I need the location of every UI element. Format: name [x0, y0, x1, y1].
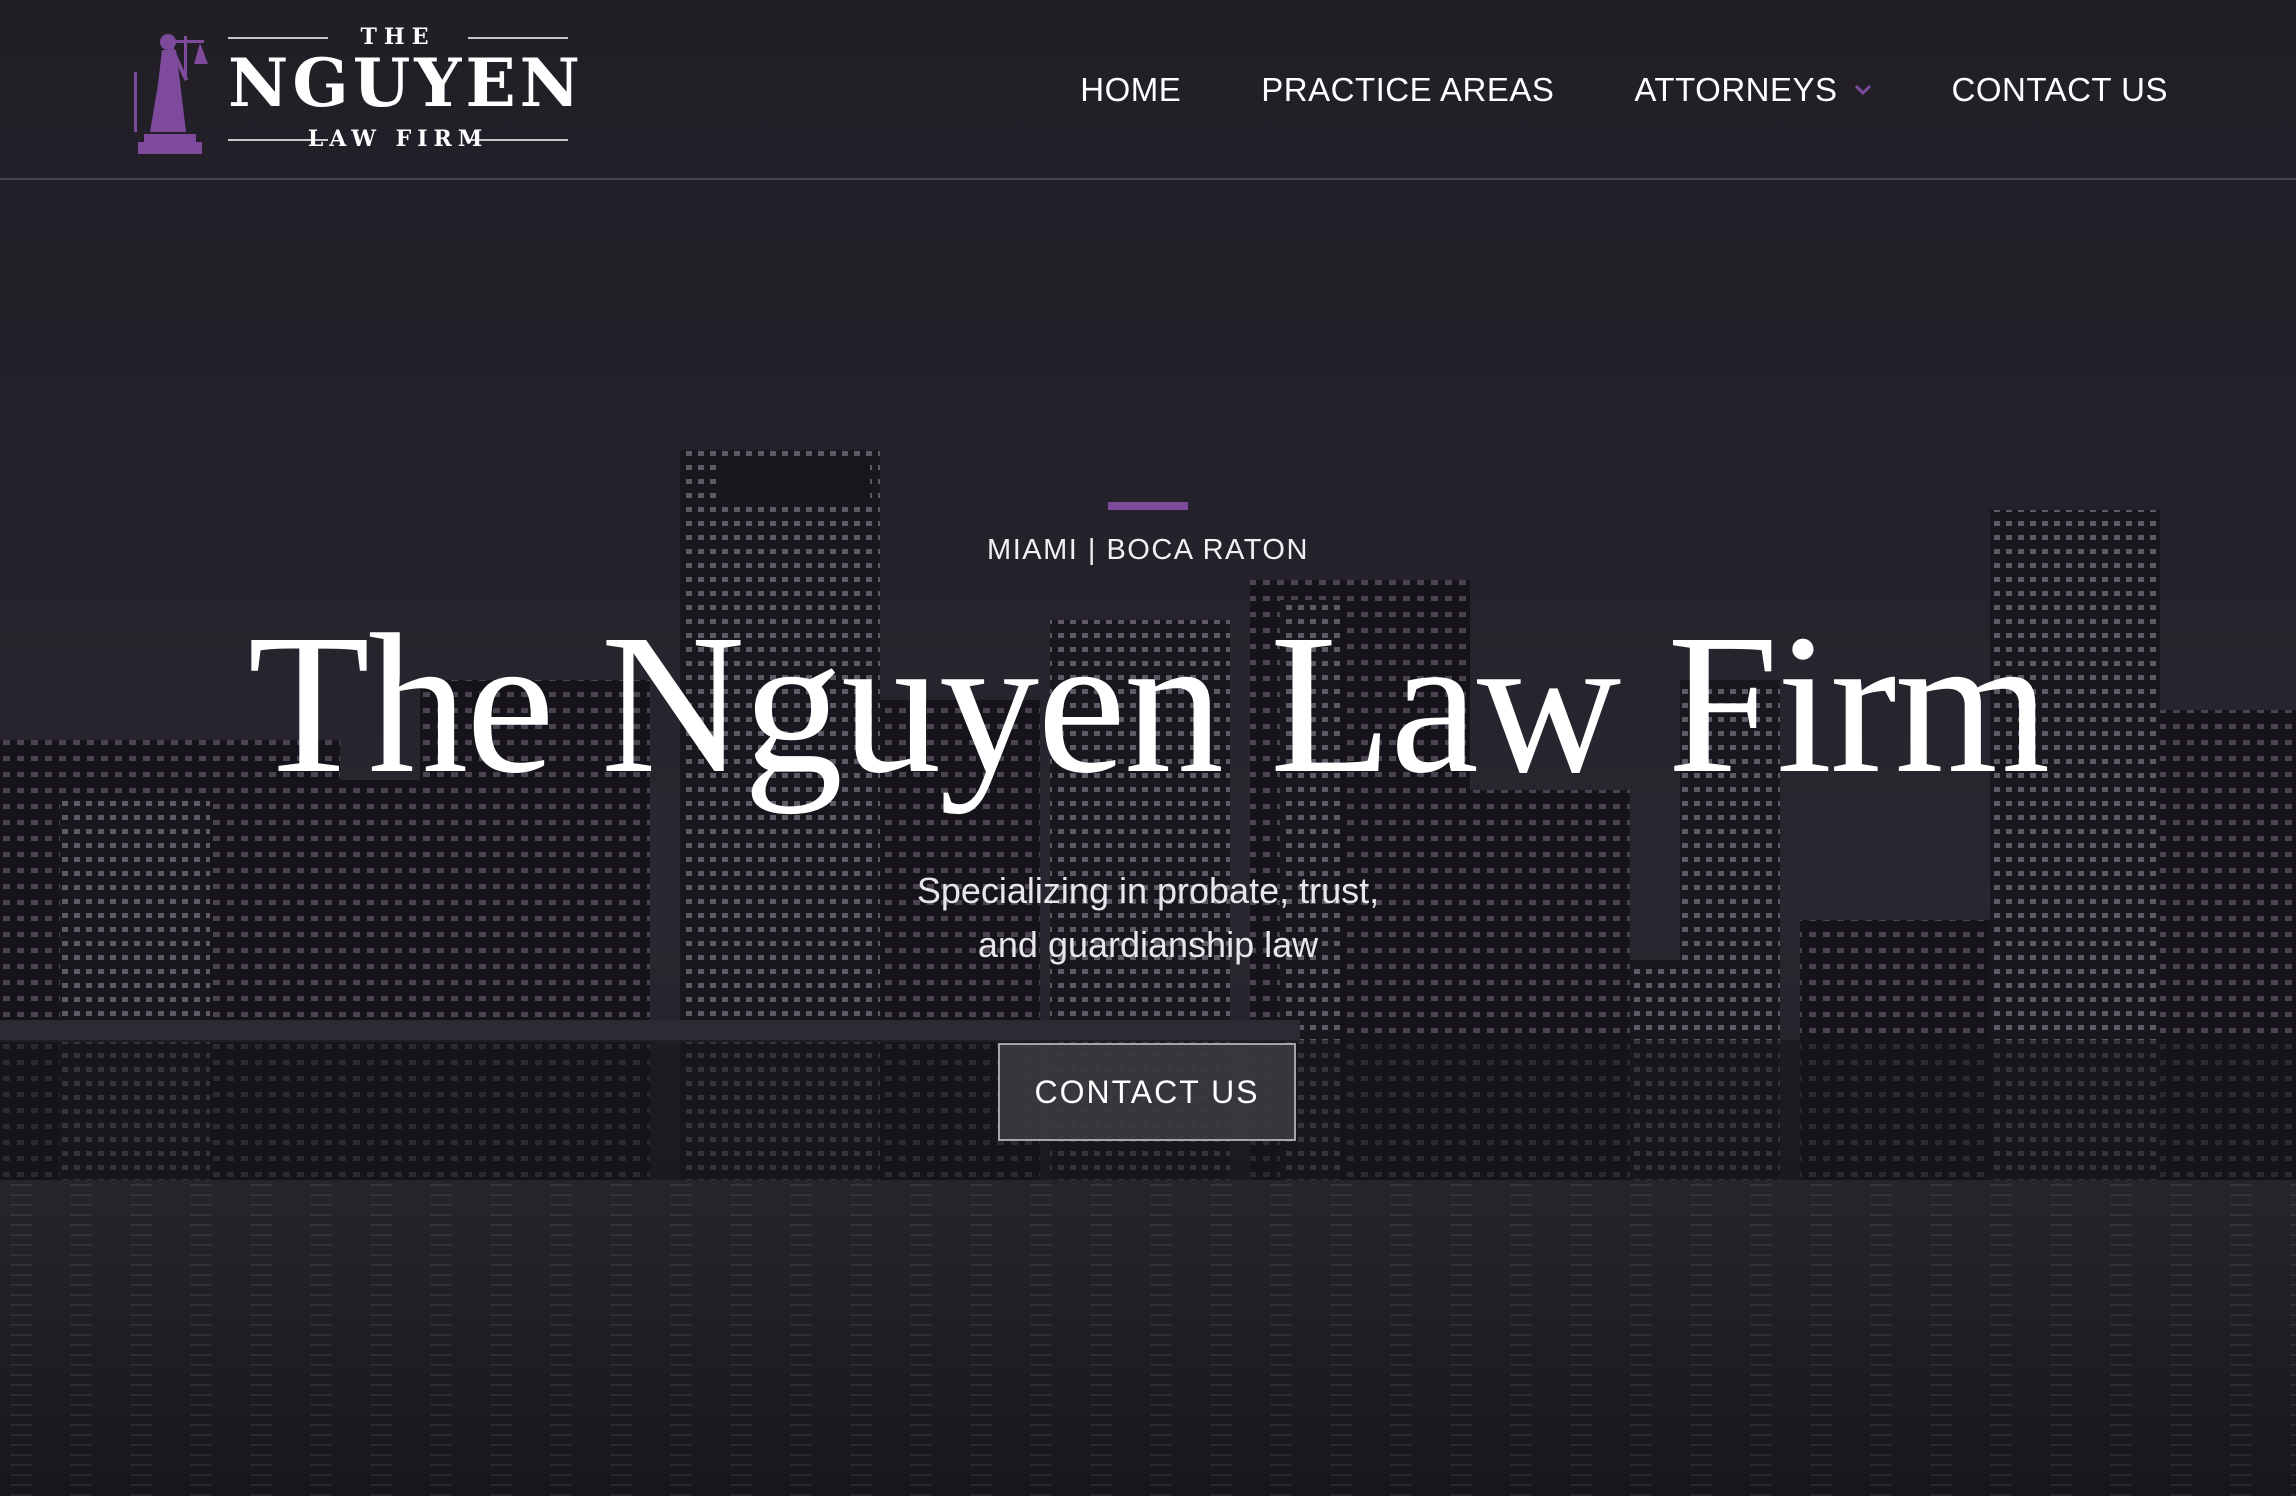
- nav-item-label: HOME: [1080, 71, 1182, 108]
- hero-tagline-line-2: and guardianship law: [977, 924, 1319, 965]
- hero-tagline-line-1: Specializing in probate, trust,: [916, 870, 1380, 911]
- nav-item-home[interactable]: HOME: [1080, 71, 1181, 109]
- nav-item-attorneys[interactable]: ATTORNEYS: [1634, 71, 1871, 109]
- hero-tagline: Specializing in probate, trust, and guar…: [0, 864, 2296, 972]
- page: THE NGUYEN LAW FIRM HOME PRACTICE AREAS …: [0, 0, 2296, 1496]
- nav-item-practice-areas[interactable]: PRACTICE AREAS: [1261, 71, 1554, 109]
- logo-wordmark: THE NGUYEN LAW FIRM: [228, 22, 584, 158]
- accent-bar: [1108, 502, 1188, 510]
- main-nav: HOME PRACTICE AREAS ATTORNEYS CONTACT US: [1000, 64, 2168, 116]
- lady-justice-icon: [134, 34, 208, 154]
- logo-name-text: NGUYEN: [228, 44, 584, 122]
- nav-item-label: CONTACT US: [1951, 71, 2168, 108]
- contact-us-button-label: CONTACT US: [1034, 1073, 1260, 1110]
- hero-locations: MIAMI | BOCA RATON: [987, 534, 1309, 566]
- chevron-down-icon: [1854, 84, 1871, 96]
- contact-us-button[interactable]: CONTACT US: [998, 1043, 1296, 1141]
- nav-item-contact-us[interactable]: CONTACT US: [1952, 71, 2168, 109]
- logo[interactable]: THE NGUYEN LAW FIRM: [128, 22, 584, 158]
- nav-item-label: PRACTICE AREAS: [1261, 71, 1555, 108]
- logo-subtitle-text: LAW FIRM: [228, 126, 568, 152]
- nav-item-label: ATTORNEYS: [1634, 71, 1838, 108]
- site-header: THE NGUYEN LAW FIRM HOME PRACTICE AREAS …: [0, 0, 2296, 180]
- hero-title: The Nguyen Law Firm: [247, 594, 2050, 815]
